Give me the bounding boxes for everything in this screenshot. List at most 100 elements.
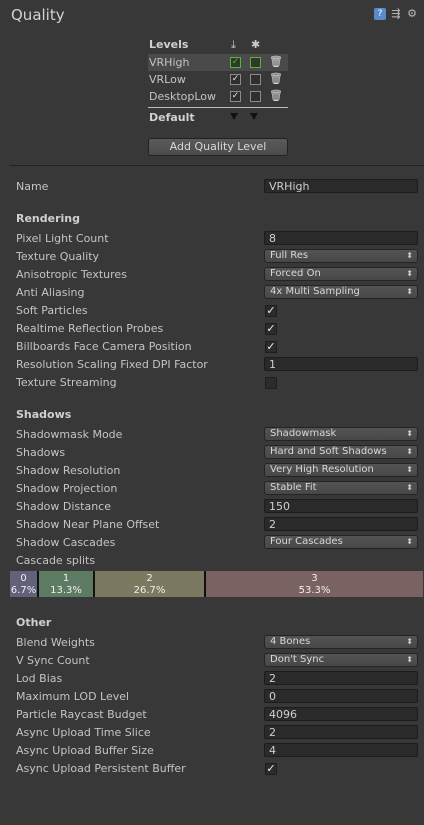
dropdown-arrow-icon: ⬍ — [406, 269, 413, 278]
anisotropic-dropdown[interactable]: Forced On ⬍ — [264, 267, 418, 281]
divider — [10, 165, 424, 166]
dropdown-value: Don't Sync — [270, 654, 325, 665]
field-label: Shadow Resolution — [16, 464, 121, 477]
levels-divider — [148, 107, 288, 108]
cascade-percent: 26.7% — [133, 585, 166, 596]
default-label: Default — [149, 111, 195, 124]
async-time-slice-field[interactable]: 2 — [264, 725, 418, 739]
dropdown-value: 4 Bones — [270, 636, 311, 647]
add-quality-level-button[interactable]: Add Quality Level — [148, 138, 288, 156]
texture-quality-dropdown[interactable]: Full Res ⬍ — [264, 249, 418, 263]
field-label: Blend Weights — [16, 636, 95, 649]
field-label: Shadow Cascades — [16, 536, 116, 549]
field-label: Async Upload Persistent Buffer — [16, 762, 186, 775]
async-persistent-checkbox[interactable]: ✓ — [265, 763, 277, 775]
shadow-near-plane-field[interactable]: 2 — [264, 517, 418, 531]
delete-level-icon[interactable]: 🗑 — [269, 89, 283, 102]
field-label: Shadow Distance — [16, 500, 111, 513]
level-android-checkbox[interactable] — [250, 74, 261, 85]
shadow-projection-dropdown[interactable]: Stable Fit ⬍ — [264, 481, 418, 495]
cascade-splits-bar[interactable]: 0 6.7% 1 13.3% 2 26.7% 3 53.3% — [10, 571, 424, 597]
default-android-dropdown-icon[interactable] — [250, 113, 258, 120]
dropdown-value: Forced On — [270, 268, 321, 279]
field-label: Resolution Scaling Fixed DPI Factor — [16, 358, 208, 371]
texture-streaming-checkbox[interactable] — [265, 377, 277, 389]
cascade-index: 2 — [146, 573, 153, 584]
field-label: Shadowmask Mode — [16, 428, 123, 441]
shadow-cascades-dropdown[interactable]: Four Cascades ⬍ — [264, 535, 418, 549]
field-label: Particle Raycast Budget — [16, 708, 147, 721]
field-label: Cascade splits — [16, 554, 96, 567]
cascade-segment-2: 2 26.7% — [95, 571, 204, 597]
level-android-checkbox[interactable] — [250, 57, 261, 68]
dropdown-value: 4x Multi Sampling — [270, 286, 360, 297]
level-pc-checkbox[interactable]: ✓ — [230, 57, 241, 68]
particle-raycast-field[interactable]: 4096 — [264, 707, 418, 721]
async-buffer-size-field[interactable]: 4 — [264, 743, 418, 757]
soft-particles-checkbox[interactable]: ✓ — [265, 305, 277, 317]
field-label: Async Upload Time Slice — [16, 726, 151, 739]
anti-aliasing-dropdown[interactable]: 4x Multi Sampling ⬍ — [264, 285, 418, 299]
level-row-vrhigh[interactable]: VRHigh ✓ 🗑 — [148, 54, 288, 71]
delete-level-icon[interactable]: 🗑 — [269, 72, 283, 85]
cascade-index: 3 — [311, 573, 318, 584]
cascade-segment-1: 1 13.3% — [39, 571, 93, 597]
preset-icon[interactable]: ⇶ — [390, 8, 402, 20]
dropdown-arrow-icon: ⬍ — [406, 287, 413, 296]
dropdown-arrow-icon: ⬍ — [406, 655, 413, 664]
shadowmask-mode-dropdown[interactable]: Shadowmask ⬍ — [264, 427, 418, 441]
field-label: Pixel Light Count — [16, 232, 109, 245]
cascade-segment-0: 0 6.7% — [10, 571, 37, 597]
resolution-scaling-field[interactable]: 1 — [264, 357, 418, 371]
dropdown-arrow-icon: ⬍ — [406, 483, 413, 492]
other-section-title: Other — [16, 616, 52, 629]
level-pc-checkbox[interactable]: ✓ — [230, 91, 241, 102]
window-title: Quality — [11, 6, 65, 24]
default-pc-dropdown-icon[interactable] — [230, 113, 238, 120]
pixel-light-count-field[interactable]: 8 — [264, 231, 418, 245]
dropdown-value: Four Cascades — [270, 536, 343, 547]
cascade-index: 0 — [20, 573, 27, 584]
shadow-distance-field[interactable]: 150 — [264, 499, 418, 513]
cascade-percent: 6.7% — [10, 585, 37, 596]
level-android-checkbox[interactable] — [250, 91, 261, 102]
dropdown-arrow-icon: ⬍ — [406, 537, 413, 546]
billboards-checkbox[interactable]: ✓ — [265, 341, 277, 353]
name-field[interactable]: VRHigh — [264, 179, 418, 193]
level-row-vrlow[interactable]: VRLow ✓ 🗑 — [148, 71, 288, 88]
help-book-icon[interactable]: ? — [374, 8, 386, 20]
field-label: Maximum LOD Level — [16, 690, 130, 703]
dropdown-value: Stable Fit — [270, 482, 317, 493]
blend-weights-dropdown[interactable]: 4 Bones ⬍ — [264, 635, 418, 649]
quality-levels-table: Levels ⤓ ✱ VRHigh ✓ 🗑 VRLow ✓ 🗑 DesktopL… — [148, 36, 288, 126]
shadows-dropdown[interactable]: Hard and Soft Shadows ⬍ — [264, 445, 418, 459]
cascade-percent: 53.3% — [298, 585, 331, 596]
dropdown-arrow-icon: ⬍ — [406, 465, 413, 474]
pc-download-icon: ⤓ — [231, 38, 236, 51]
level-name: VRLow — [149, 73, 186, 86]
realtime-reflection-checkbox[interactable]: ✓ — [265, 323, 277, 335]
levels-header: Levels — [149, 38, 189, 51]
delete-level-icon[interactable]: 🗑 — [269, 55, 283, 68]
lod-bias-field[interactable]: 2 — [264, 671, 418, 685]
dropdown-arrow-icon: ⬍ — [406, 637, 413, 646]
field-label: Soft Particles — [16, 304, 88, 317]
dropdown-value: Full Res — [270, 250, 309, 261]
field-label: Shadow Projection — [16, 482, 118, 495]
vsync-dropdown[interactable]: Don't Sync ⬍ — [264, 653, 418, 667]
max-lod-field[interactable]: 0 — [264, 689, 418, 703]
android-icon: ✱ — [251, 38, 261, 51]
shadows-section-title: Shadows — [16, 408, 72, 421]
level-row-desktoplow[interactable]: DesktopLow ✓ 🗑 — [148, 88, 288, 105]
default-row: Default — [148, 110, 288, 126]
cascade-index: 1 — [62, 573, 70, 584]
cascade-segment-3: 3 53.3% — [206, 571, 423, 597]
field-label: Texture Quality — [16, 250, 100, 263]
level-pc-checkbox[interactable]: ✓ — [230, 74, 241, 85]
settings-gear-icon[interactable]: ⚙ — [406, 8, 418, 20]
shadow-resolution-dropdown[interactable]: Very High Resolution ⬍ — [264, 463, 418, 477]
dropdown-arrow-icon: ⬍ — [406, 447, 413, 456]
field-label: Anisotropic Textures — [16, 268, 127, 281]
field-label: Shadows — [16, 446, 66, 459]
field-label: Realtime Reflection Probes — [16, 322, 164, 335]
